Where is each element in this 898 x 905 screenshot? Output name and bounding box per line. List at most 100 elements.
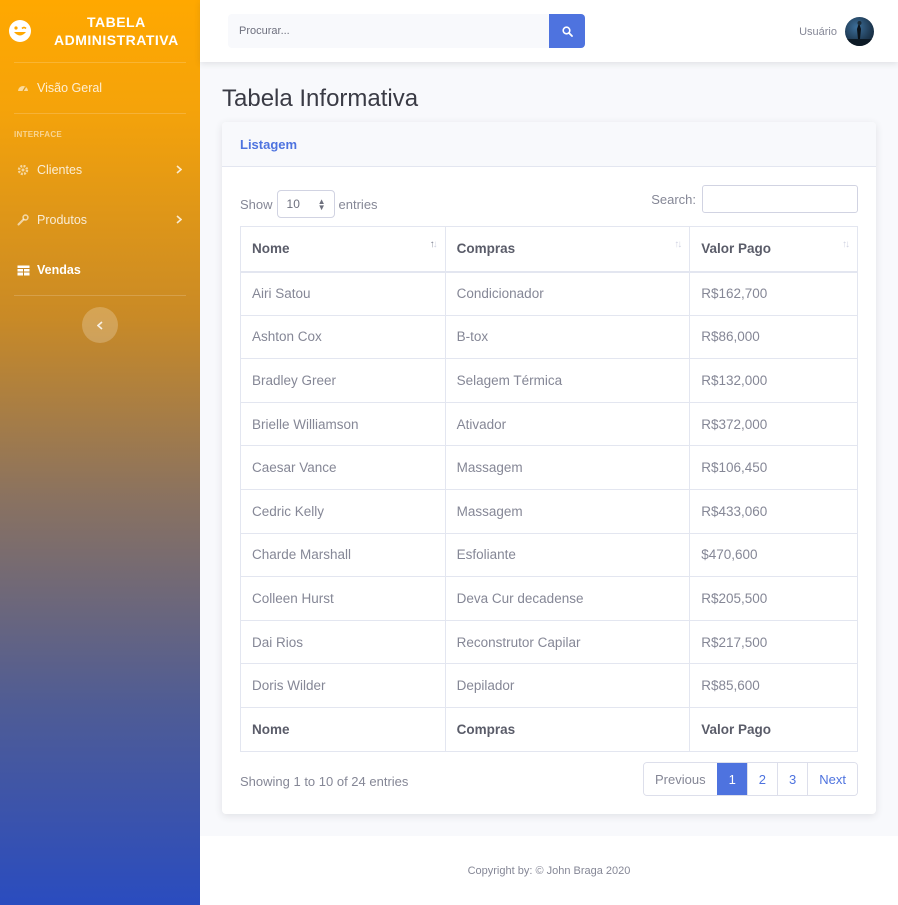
- table-filter: Search:: [651, 185, 858, 213]
- sidebar-item-label: Produtos: [37, 213, 88, 227]
- data-card: Listagem Show 10 ▲ ▼ entries Search: Nome…: [222, 122, 876, 814]
- table-row: Doris Wilder Depilador R$85,600: [240, 663, 858, 708]
- column-header-compras[interactable]: Compras ↑↓: [444, 226, 691, 273]
- footer: Copyright by: © John Braga 2020: [200, 836, 898, 905]
- cell-nome: Colleen Hurst: [240, 576, 446, 621]
- topbar: Usuário: [200, 0, 898, 62]
- column-footer-valor: Valor Pago: [689, 706, 858, 752]
- table-row: Caesar Vance Massagem R$106,450: [240, 445, 858, 490]
- table-icon: [16, 263, 30, 277]
- cell-compras: Massagem: [444, 488, 691, 534]
- search-bar: [228, 14, 585, 48]
- cell-nome: Bradley Greer: [240, 358, 446, 403]
- user-menu[interactable]: Usuário: [799, 17, 874, 46]
- length-label: Show: [240, 196, 273, 212]
- entries-select[interactable]: 10 ▲ ▼: [276, 190, 335, 218]
- cell-valor: R$132,000: [689, 358, 858, 403]
- laugh-wink-icon: [9, 20, 31, 42]
- pagination-next[interactable]: Next: [807, 763, 857, 795]
- table-row: Dai Rios Reconstrutor Capilar R$217,500: [240, 619, 858, 665]
- cell-compras: Deva Cur decadense: [444, 576, 691, 621]
- user-name: Usuário: [799, 25, 837, 38]
- sort-icon: ↑↓: [842, 239, 850, 250]
- table-info: Showing 1 to 10 of 24 entries: [240, 774, 409, 789]
- table-row: Ashton Cox B-tox R$86,000: [240, 314, 858, 360]
- chevron-left-icon: [97, 320, 103, 330]
- column-header-label: Compras: [456, 241, 516, 257]
- dashboard-icon: [16, 81, 30, 95]
- cell-nome: Cedric Kelly: [240, 488, 446, 534]
- card-title: Listagem: [240, 136, 298, 152]
- column-footer-nome: Nome: [240, 706, 446, 752]
- cell-compras: Depilador: [444, 663, 691, 708]
- data-table: Nome ↑↓ Compras ↑↓ Valor Pago ↑↓ Airi Satou…: [240, 226, 858, 752]
- sidebar-item-label: Vendas: [37, 263, 81, 277]
- page-title: Tabela Informativa: [222, 85, 419, 112]
- brand[interactable]: TABELA ADMINISTRATIVA: [0, 0, 200, 62]
- sidebar-item-label: Clientes: [37, 163, 83, 177]
- cell-compras: Condicionador: [444, 271, 691, 316]
- cell-valor: R$433,060: [689, 488, 858, 534]
- filter-label: Search:: [651, 191, 696, 207]
- sort-icon: ↑↓: [674, 239, 682, 250]
- table-row: Brielle Williamson Ativador R$372,000: [240, 401, 858, 447]
- chevron-right-icon: [176, 213, 183, 227]
- card-header: Listagem: [222, 122, 876, 167]
- cell-compras: Reconstrutor Capilar: [444, 619, 691, 665]
- search-icon: [561, 25, 573, 37]
- gear-icon: [16, 163, 30, 177]
- table-footer-row: Nome Compras Valor Pago: [240, 706, 858, 752]
- column-footer-compras: Compras: [444, 706, 691, 752]
- sidebar-item-vendas[interactable]: Vendas: [0, 245, 200, 295]
- cell-nome: Charde Marshall: [240, 532, 446, 578]
- table-controls: Show 10 ▲ ▼ entries Search:: [240, 185, 858, 218]
- sidebar-item-clientes[interactable]: Clientes: [0, 145, 200, 195]
- cell-nome: Ashton Cox: [240, 314, 446, 360]
- cell-valor: R$217,500: [689, 619, 858, 665]
- sidebar-item-label: Visão Geral: [37, 81, 103, 95]
- column-header-nome[interactable]: Nome ↑↓: [240, 226, 446, 273]
- table-row: Colleen Hurst Deva Cur decadense R$205,500: [240, 576, 858, 621]
- table-row: Charde Marshall Esfoliante $470,600: [240, 532, 858, 578]
- cell-valor: R$372,000: [689, 401, 858, 447]
- cell-compras: B-tox: [444, 314, 691, 360]
- entries-label: entries: [338, 196, 378, 212]
- cell-valor: R$162,700: [689, 271, 858, 316]
- column-header-label: Valor Pago: [701, 241, 771, 257]
- cell-compras: Selagem Térmica: [444, 358, 691, 403]
- sidebar-toggle-button[interactable]: [82, 307, 118, 343]
- cell-compras: Esfoliante: [444, 532, 691, 578]
- pagination-page-3[interactable]: 3: [777, 763, 808, 795]
- column-header-valor[interactable]: Valor Pago ↑↓: [689, 226, 858, 273]
- cell-compras: Massagem: [444, 445, 691, 490]
- table-search-input[interactable]: [702, 185, 858, 213]
- cell-nome: Caesar Vance: [240, 445, 446, 490]
- pagination-page-2[interactable]: 2: [746, 763, 778, 795]
- table-row: Cedric Kelly Massagem R$433,060: [240, 488, 858, 534]
- cell-nome: Doris Wilder: [240, 663, 446, 708]
- cell-valor: $470,600: [689, 532, 858, 578]
- cell-nome: Brielle Williamson: [240, 401, 446, 447]
- sidebar-item-overview[interactable]: Visão Geral: [0, 63, 200, 113]
- search-button[interactable]: [549, 14, 585, 48]
- table-body: Airi Satou Condicionador R$162,700 Ashton C…: [240, 271, 858, 708]
- cell-valor: R$205,500: [689, 576, 858, 621]
- sidebar-item-produtos[interactable]: Produtos: [0, 195, 200, 245]
- table-row: Bradley Greer Selagem Térmica R$132,000: [240, 358, 858, 403]
- brand-name: TABELA ADMINISTRATIVA: [54, 14, 179, 48]
- pagination-page-1[interactable]: 1: [716, 763, 747, 795]
- cell-compras: Ativador: [444, 401, 691, 447]
- sidebar-heading: INTERFACE: [14, 130, 63, 139]
- sidebar-divider: [14, 295, 186, 296]
- search-input[interactable]: [228, 14, 549, 48]
- column-header-label: Nome: [252, 241, 290, 257]
- sidebar: TABELA ADMINISTRATIVA Visão Geral INTERF…: [0, 0, 200, 905]
- entries-value: 10: [286, 197, 300, 211]
- cell-nome: Dai Rios: [240, 619, 446, 665]
- avatar: [845, 17, 874, 46]
- table-header-row: Nome ↑↓ Compras ↑↓ Valor Pago ↑↓: [240, 226, 858, 273]
- pagination-previous[interactable]: Previous: [643, 763, 717, 795]
- length-control: Show 10 ▲ ▼ entries: [240, 190, 378, 218]
- chevron-right-icon: [176, 163, 183, 177]
- sort-asc-icon: ↑↓: [429, 239, 438, 250]
